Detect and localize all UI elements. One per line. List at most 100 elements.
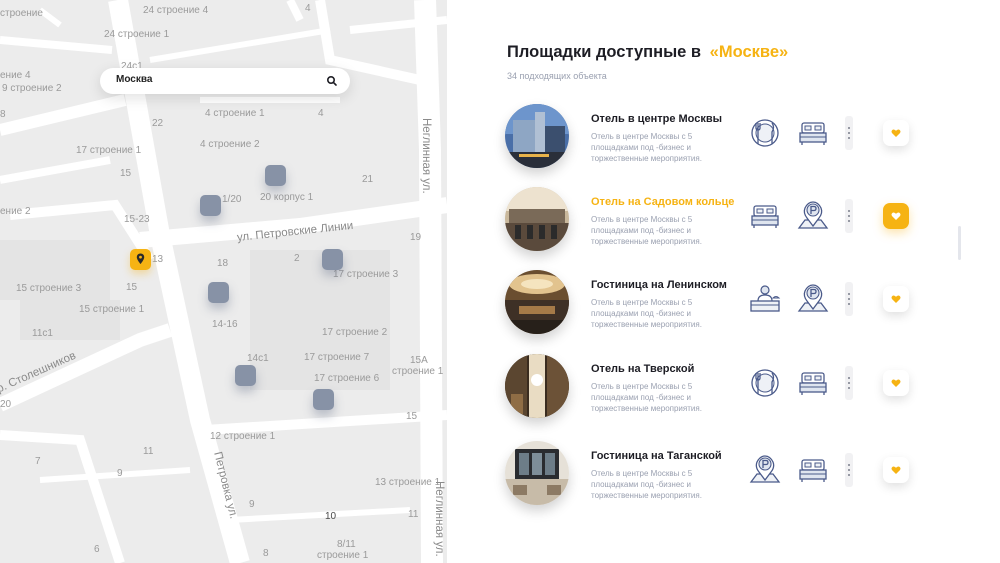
map-marker-active[interactable] <box>130 249 151 270</box>
favorite-button[interactable] <box>883 457 909 483</box>
venue-name[interactable]: Гостиница на Ленинском <box>591 279 727 291</box>
venue-card[interactable]: Гостиница на Ленинском Отель в центре Мо… <box>505 270 975 340</box>
map-label: 20 <box>0 399 12 410</box>
venue-card[interactable]: Отель в центре Москвы Отель в центре Мос… <box>505 104 975 174</box>
map-label: 9 <box>249 499 255 510</box>
map-label: 2 <box>294 253 300 264</box>
venue-card[interactable]: Отель на Тверской Отель в центре Москвы … <box>505 354 975 424</box>
map-label: 13 <box>152 254 164 265</box>
bed-icon <box>799 459 827 482</box>
venue-name[interactable]: Отель на Садовом кольце <box>591 196 734 208</box>
map-marker[interactable] <box>322 249 343 270</box>
street-label: Неглинная ул. <box>433 481 445 557</box>
map-label: 10 <box>325 511 337 522</box>
map-label: строение 1 <box>317 550 369 561</box>
venue-description: Отель в центре Москвы с 5 площадками под… <box>591 215 702 246</box>
reception-icon <box>750 285 781 312</box>
more-options-button[interactable] <box>845 453 853 487</box>
map-label: 11 <box>143 446 154 457</box>
venue-photo[interactable] <box>505 354 569 418</box>
map-label: 17 строение 6 <box>314 373 380 384</box>
map-label: 4 <box>318 108 324 119</box>
map-label: 17 строение 7 <box>304 352 370 363</box>
favorite-button[interactable] <box>883 120 909 146</box>
parking-icon <box>797 201 829 229</box>
page-title: Площадки доступные в «Москве» <box>507 43 788 62</box>
map-label: 17 строение 1 <box>76 145 142 156</box>
venue-photo[interactable] <box>505 441 569 505</box>
app-root: строение 24 строение 4 24 строение 1 2 4 с… <box>0 0 1000 563</box>
venue-card[interactable]: Отель на Садовом кольце Отель в центре М… <box>505 187 975 257</box>
page-title-city[interactable]: «Москве» <box>710 43 789 61</box>
heart-icon <box>891 295 901 303</box>
street-label: Неглинная ул. <box>420 118 432 194</box>
map-label: 11 <box>408 509 419 520</box>
map-label: строение 1 <box>392 366 444 377</box>
more-options-button[interactable] <box>845 366 853 400</box>
map-label: 11с1 <box>32 328 53 339</box>
map-marker[interactable] <box>208 282 229 303</box>
map-label: 22 <box>152 118 164 129</box>
map-label: 4 строение 1 <box>205 108 265 119</box>
map-label: 6 <box>94 544 100 555</box>
map-label: 14с1 <box>247 353 269 364</box>
map-label: строение <box>0 8 43 19</box>
parking-icon <box>749 455 781 483</box>
favorite-button[interactable] <box>883 203 909 229</box>
bed-icon <box>799 372 827 395</box>
map-label: 4 строение 2 <box>200 139 260 150</box>
heart-icon <box>891 212 901 220</box>
venue-photo[interactable] <box>505 104 569 168</box>
map[interactable]: строение 24 строение 4 24 строение 1 2 4 с… <box>0 0 447 563</box>
favorite-button[interactable] <box>883 370 909 396</box>
map-label: 20 корпус 1 <box>260 192 314 203</box>
map-label: 15А <box>410 355 428 366</box>
map-marker[interactable] <box>235 365 256 386</box>
map-label: 24 строение 4 <box>143 5 209 16</box>
map-marker[interactable] <box>313 389 334 410</box>
venue-description: Отель в центре Москвы с 5 площадками под… <box>591 469 702 500</box>
map-search-box <box>100 68 350 94</box>
map-label: 21 <box>362 174 374 185</box>
map-label: 15 строение 1 <box>79 304 145 315</box>
map-label: 15 <box>126 282 138 293</box>
location-pin-icon <box>136 253 145 264</box>
map-label: ение 4 <box>0 70 31 81</box>
venue-name[interactable]: Отель в центре Москвы <box>591 113 722 125</box>
venue-name[interactable]: Отель на Тверской <box>591 363 694 375</box>
venue-description: Отель в центре Москвы с 5 площадками под… <box>591 382 702 413</box>
map-label: 17 строение 3 <box>333 269 399 280</box>
map-marker[interactable] <box>200 195 221 216</box>
map-label: 19 <box>410 232 422 243</box>
parking-icon <box>797 284 829 312</box>
map-marker[interactable] <box>265 165 286 186</box>
venue-name[interactable]: Гостиница на Таганской <box>591 450 722 462</box>
venue-card[interactable]: Гостиница на Таганской Отель в центре Мо… <box>505 441 975 511</box>
bed-icon <box>751 205 779 228</box>
map-label: 9 <box>117 468 123 479</box>
map-label: 4 <box>305 3 311 14</box>
search-icon[interactable] <box>326 75 338 87</box>
dining-icon <box>751 369 779 397</box>
venues-panel: Площадки доступные в «Москве» 34 подходя… <box>447 0 1000 563</box>
heart-icon <box>891 129 901 137</box>
map-label: 17 строение 2 <box>322 327 388 338</box>
favorite-button[interactable] <box>883 286 909 312</box>
heart-icon <box>891 466 901 474</box>
more-options-button[interactable] <box>845 116 853 150</box>
more-options-button[interactable] <box>845 199 853 233</box>
map-label: 15 <box>120 168 132 179</box>
venue-description: Отель в центре Москвы с 5 площадками под… <box>591 298 702 329</box>
venue-photo[interactable] <box>505 270 569 334</box>
map-label: 13 строение 1 <box>375 477 441 488</box>
map-label: 15 <box>406 411 418 422</box>
bed-icon <box>799 122 827 145</box>
venue-photo[interactable] <box>505 187 569 251</box>
map-label: ение 2 <box>0 206 31 217</box>
map-label: 12 строение 1 <box>210 431 276 442</box>
map-label: 9 строение 2 <box>2 83 62 94</box>
page-title-text: Площадки доступные в <box>507 43 702 61</box>
map-label: 1/20 <box>222 194 242 205</box>
more-options-button[interactable] <box>845 282 853 316</box>
search-input[interactable] <box>116 74 316 85</box>
